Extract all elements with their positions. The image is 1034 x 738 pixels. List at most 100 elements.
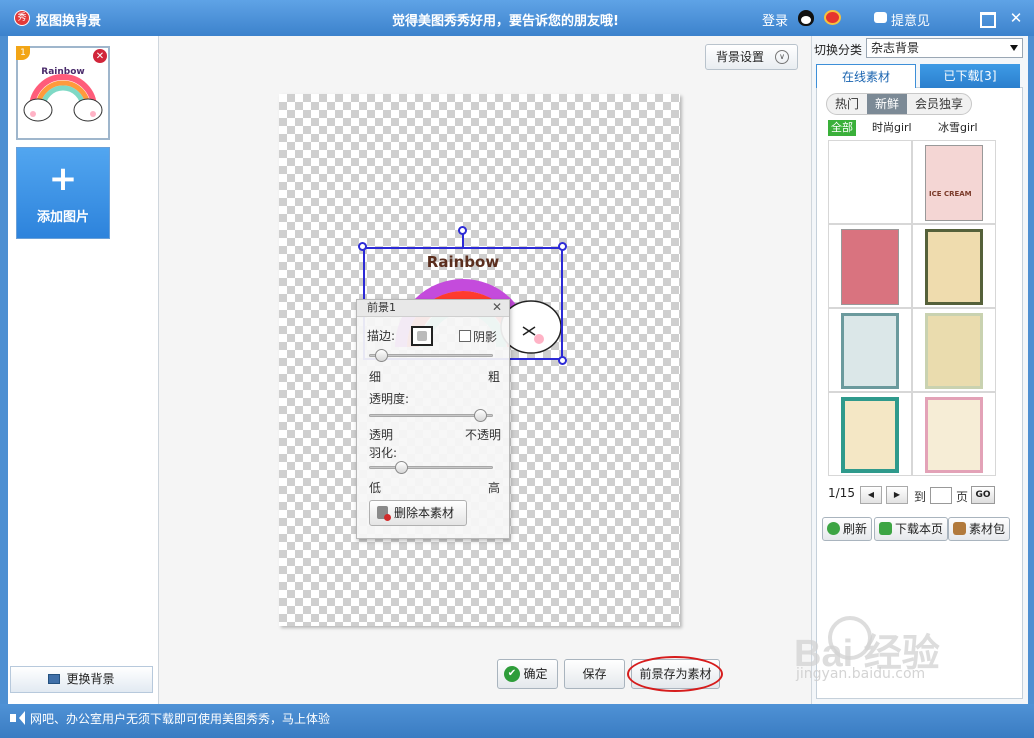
stroke-color-swatch[interactable] [411, 326, 433, 346]
foreground-properties-panel: 前景1 ✕ 描边: 阴影 细 粗 透明度: 透明 不透明 羽化: 低 高 删除本… [356, 299, 510, 539]
material-thumbnail[interactable] [828, 308, 912, 392]
category-select[interactable]: 杂志背景 [866, 38, 1023, 58]
next-page-button[interactable]: ▶ [886, 486, 908, 504]
panel-title: 前景1 [357, 300, 509, 317]
stroke-width-slider-thumb[interactable] [374, 349, 388, 362]
material-panel: 切换分类 杂志背景 在线素材 已下载[3] 热门 新鲜 会员独享 全部 时尚gi… [811, 36, 1028, 704]
filter-fashion-girl[interactable]: 时尚girl [872, 120, 912, 136]
flower-frame-image [925, 397, 983, 473]
filter-ice-girl[interactable]: 冰雪girl [938, 120, 978, 136]
pink-frame-image [841, 229, 899, 305]
pill-new[interactable]: 新鲜 [867, 94, 908, 114]
feather-label: 羽化: [369, 446, 398, 460]
page-number-input[interactable] [930, 487, 952, 504]
sort-pills: 热门 新鲜 会员独享 [826, 93, 973, 115]
login-link[interactable]: 登录 [762, 10, 788, 29]
dropdown-arrow-icon [1010, 45, 1018, 51]
feather-slider[interactable] [369, 466, 493, 469]
tab-online-materials[interactable]: 在线素材 [816, 64, 916, 88]
speaker-icon [10, 711, 25, 725]
shadow-label: 阴影 [473, 330, 498, 344]
feather-slider-thumb[interactable] [394, 461, 408, 474]
confirm-button[interactable]: ✔ 确定 [497, 659, 558, 689]
go-button[interactable]: GO [971, 486, 995, 504]
material-pack-button[interactable]: 素材包 [948, 517, 1011, 541]
page-unit-label: 页 [956, 490, 969, 504]
material-thumbnail[interactable] [912, 224, 996, 308]
material-pack-label: 素材包 [969, 522, 1006, 536]
pill-hot[interactable]: 热门 [827, 94, 867, 114]
add-image-label: 添加图片 [36, 210, 89, 225]
high-label: 高 [488, 481, 501, 495]
foreground-thumbnail[interactable]: Rainbow 1 ✕ [16, 46, 110, 140]
resize-handle-bottom-right[interactable] [558, 356, 567, 365]
checkmark-icon: ✔ [504, 666, 520, 682]
material-thumbnail[interactable] [828, 392, 912, 476]
background-settings-button[interactable]: 背景设置 ∨ [705, 44, 798, 70]
material-thumbnail[interactable] [912, 308, 996, 392]
goto-label: 到 [914, 490, 927, 504]
window-title: 抠图换背景 [36, 14, 102, 29]
stroke-width-slider[interactable] [369, 354, 493, 357]
title-bar: 秀 抠图换背景 觉得美图秀秀好用，要告诉您的朋友哦! 登录 提意见 ✕ [0, 0, 1034, 36]
material-thumbnail[interactable] [828, 140, 912, 224]
status-message[interactable]: 网吧、办公室用户无须下载即可使用美图秀秀，马上体验 [30, 710, 330, 727]
rotate-handle[interactable] [458, 226, 467, 235]
download-page-button[interactable]: 下载本页 [874, 517, 949, 541]
pill-vip[interactable]: 会员独享 [907, 94, 971, 114]
material-thumbnail[interactable] [828, 224, 912, 308]
refresh-icon [827, 522, 840, 535]
maximize-button[interactable] [976, 8, 996, 28]
prev-page-button[interactable]: ◀ [860, 486, 882, 504]
rotation-line [462, 234, 464, 247]
filter-all[interactable]: 全部 [828, 120, 856, 136]
highlight-annotation-ring [627, 656, 723, 692]
feedback-link[interactable]: 提意见 [891, 10, 930, 29]
main-content: Rainbow 1 ✕ + 添加图片 更换背景 背景设置 ∨ Rainbow 前… [8, 36, 1028, 704]
plus-icon: + [48, 159, 78, 199]
package-icon [953, 522, 966, 535]
page-info: 1/15 [828, 486, 855, 500]
teal-floral-frame-image [841, 313, 899, 389]
close-icon[interactable]: ✕ [492, 300, 502, 314]
category-value: 杂志背景 [871, 41, 920, 55]
image-list-panel: Rainbow 1 ✕ + 添加图片 更换背景 [8, 36, 159, 704]
background-settings-label: 背景设置 [716, 50, 765, 64]
resize-handle-top-left[interactable] [358, 242, 367, 251]
save-button[interactable]: 保存 [564, 659, 625, 689]
tab-downloaded[interactable]: 已下载[3] [920, 64, 1020, 88]
low-label: 低 [369, 481, 382, 495]
status-bar: 网吧、办公室用户无须下载即可使用美图秀秀，马上体验 [0, 704, 1034, 738]
add-image-button[interactable]: + 添加图片 [16, 147, 110, 239]
opacity-label: 透明度: [369, 392, 410, 406]
qq-icon[interactable] [798, 10, 814, 26]
delete-material-button[interactable]: 删除本素材 [369, 500, 467, 526]
refresh-label: 刷新 [843, 522, 868, 536]
opacity-slider-thumb[interactable] [474, 409, 488, 422]
watermark-url: jingyan.baidu.com [796, 666, 926, 682]
confirm-label: 确定 [523, 667, 548, 681]
resize-handle-top-right[interactable] [558, 242, 567, 251]
material-thumbnail[interactable]: ICE CREAM [912, 140, 996, 224]
opaque-label: 不透明 [465, 428, 502, 442]
slogan-text: 觉得美图秀秀好用，要告诉您的朋友哦! [392, 14, 619, 29]
material-tabs: 在线素材 已下载[3] [816, 64, 1023, 88]
thick-label: 粗 [488, 370, 501, 384]
material-thumbnail[interactable] [912, 392, 996, 476]
category-label: 切换分类 [814, 43, 863, 57]
parchment-frame-image [925, 229, 983, 305]
change-background-label: 更换背景 [66, 672, 115, 686]
green-border-frame-image [841, 397, 899, 473]
change-background-button[interactable]: 更换背景 [10, 666, 153, 693]
chevron-down-icon: ∨ [775, 50, 789, 64]
download-page-label: 下载本页 [895, 522, 944, 536]
thin-label: 细 [369, 370, 382, 384]
remove-thumbnail-icon[interactable]: ✕ [92, 48, 108, 64]
poster-caption: ICE CREAM [929, 190, 972, 198]
refresh-button[interactable]: 刷新 [822, 517, 873, 541]
close-window-button[interactable]: ✕ [1006, 8, 1026, 28]
ice-cream-poster-image: ICE CREAM [925, 145, 983, 221]
transparent-label: 透明 [369, 428, 394, 442]
shadow-checkbox[interactable] [459, 330, 471, 342]
weibo-icon[interactable] [824, 10, 841, 25]
